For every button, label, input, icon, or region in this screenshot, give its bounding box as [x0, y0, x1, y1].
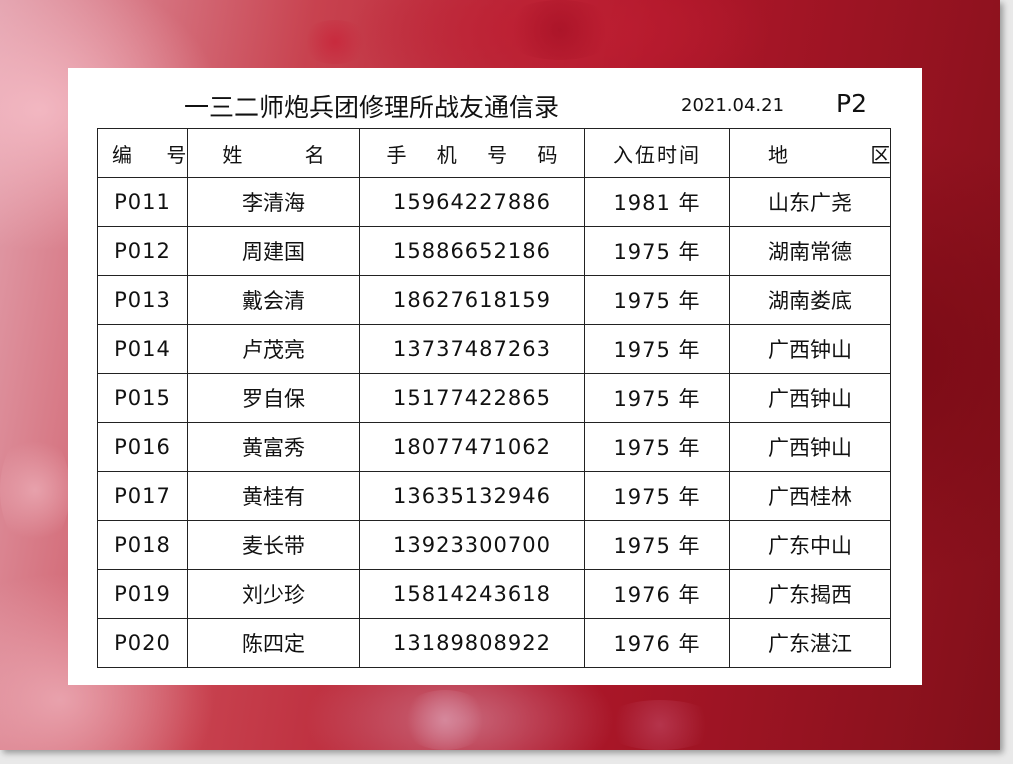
cell-id: P013 [97, 275, 188, 325]
cell-id: P016 [97, 422, 188, 472]
cell-phone: 15177422865 [359, 373, 585, 423]
cell-phone: 13189808922 [359, 618, 585, 668]
cell-name: 麦长带 [187, 520, 360, 570]
date-label: 2021.04.21 [681, 95, 785, 116]
column-header-name: 姓 名 [187, 128, 360, 178]
cell-name: 陈四定 [187, 618, 360, 668]
cell-id: P012 [97, 226, 188, 276]
cell-region: 广西钟山 [729, 373, 891, 423]
cell-enlist-year: 1975 年 [584, 471, 730, 521]
cell-region: 广东揭西 [729, 569, 891, 619]
cell-phone: 13923300700 [359, 520, 585, 570]
raspberry-decoration [0, 430, 70, 550]
cell-phone: 18077471062 [359, 422, 585, 472]
raspberry-decoration [500, 0, 620, 60]
cell-enlist-year: 1981 年 [584, 177, 730, 227]
cell-name: 戴会清 [187, 275, 360, 325]
column-header-id: 编 号 [97, 128, 188, 178]
cell-enlist-year: 1975 年 [584, 226, 730, 276]
cell-enlist-year: 1975 年 [584, 275, 730, 325]
table-row: P012 周建国 15886652186 1975 年 湖南常德 [97, 226, 891, 276]
cell-enlist-year: 1975 年 [584, 324, 730, 374]
table-row: P019 刘少珍 15814243618 1976 年 广东揭西 [97, 569, 891, 619]
title-row: 一三二师炮兵团修理所战友通信录 2021.04.21 P2 [68, 88, 922, 124]
contact-table: 编 号 姓 名 手 机 号 码 入伍时间 地 区 P011 李清海 159642… [97, 128, 891, 668]
cell-enlist-year: 1975 年 [584, 520, 730, 570]
cell-id: P017 [97, 471, 188, 521]
cell-name: 黄富秀 [187, 422, 360, 472]
cell-name: 黄桂有 [187, 471, 360, 521]
cell-phone: 15886652186 [359, 226, 585, 276]
page-number: P2 [836, 89, 867, 118]
raspberry-decoration [600, 700, 720, 750]
cell-enlist-year: 1976 年 [584, 569, 730, 619]
column-header-enlist-year: 入伍时间 [584, 128, 730, 178]
cell-region: 广西钟山 [729, 422, 891, 472]
table-row: P015 罗自保 15177422865 1975 年 广西钟山 [97, 373, 891, 423]
contact-list-panel: 一三二师炮兵团修理所战友通信录 2021.04.21 P2 编 号 姓 名 手 … [68, 68, 922, 685]
column-header-region: 地 区 [729, 128, 891, 178]
raspberry-decoration [300, 20, 370, 64]
cell-phone: 15964227886 [359, 177, 585, 227]
raspberry-decoration [400, 690, 490, 750]
table-row: P017 黄桂有 13635132946 1975 年 广西桂林 [97, 471, 891, 521]
cell-name: 刘少珍 [187, 569, 360, 619]
cell-region: 湖南常德 [729, 226, 891, 276]
cell-region: 山东广尧 [729, 177, 891, 227]
cell-region: 广东湛江 [729, 618, 891, 668]
cell-name: 周建国 [187, 226, 360, 276]
table-row: P016 黄富秀 18077471062 1975 年 广西钟山 [97, 422, 891, 472]
table-row: P013 戴会清 18627618159 1975 年 湖南娄底 [97, 275, 891, 325]
cell-phone: 18627618159 [359, 275, 585, 325]
cell-name: 李清海 [187, 177, 360, 227]
page-title: 一三二师炮兵团修理所战友通信录 [184, 93, 560, 122]
cell-name: 卢茂亮 [187, 324, 360, 374]
slide-background: 一三二师炮兵团修理所战友通信录 2021.04.21 P2 编 号 姓 名 手 … [0, 0, 1000, 750]
cell-id: P011 [97, 177, 188, 227]
cell-phone: 15814243618 [359, 569, 585, 619]
cell-phone: 13737487263 [359, 324, 585, 374]
cell-phone: 13635132946 [359, 471, 585, 521]
cell-region: 广东中山 [729, 520, 891, 570]
cell-region: 湖南娄底 [729, 275, 891, 325]
cell-region: 广西桂林 [729, 471, 891, 521]
table-row: P011 李清海 15964227886 1981 年 山东广尧 [97, 177, 891, 227]
table-row: P020 陈四定 13189808922 1976 年 广东湛江 [97, 618, 891, 668]
cell-id: P019 [97, 569, 188, 619]
table-row: P018 麦长带 13923300700 1975 年 广东中山 [97, 520, 891, 570]
column-header-phone: 手 机 号 码 [359, 128, 585, 178]
cell-id: P015 [97, 373, 188, 423]
cell-id: P014 [97, 324, 188, 374]
table-row: P014 卢茂亮 13737487263 1975 年 广西钟山 [97, 324, 891, 374]
cell-region: 广西钟山 [729, 324, 891, 374]
cell-id: P018 [97, 520, 188, 570]
cell-enlist-year: 1975 年 [584, 422, 730, 472]
table-header-row: 编 号 姓 名 手 机 号 码 入伍时间 地 区 [97, 128, 891, 178]
cell-name: 罗自保 [187, 373, 360, 423]
cell-enlist-year: 1975 年 [584, 373, 730, 423]
cell-id: P020 [97, 618, 188, 668]
cell-enlist-year: 1976 年 [584, 618, 730, 668]
